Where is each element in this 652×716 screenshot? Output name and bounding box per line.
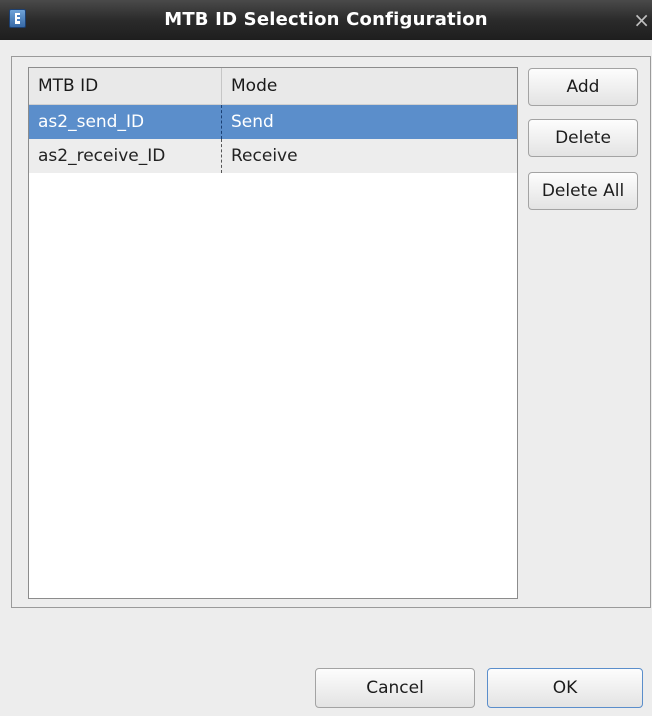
window-title: MTB ID Selection Configuration	[164, 9, 488, 30]
cell-mode: Receive	[221, 139, 517, 173]
cell-mode: Send	[221, 105, 517, 139]
delete-button[interactable]: Delete	[528, 119, 638, 157]
table-header: MTB ID Mode	[29, 68, 517, 105]
cell-mtb-id: as2_send_ID	[38, 112, 145, 132]
table-row[interactable]: as2_receive_ID Receive	[29, 139, 517, 173]
column-header-mtb-id[interactable]: MTB ID	[29, 68, 221, 104]
ok-button[interactable]: OK	[487, 668, 643, 708]
title-bar[interactable]: MTB ID Selection Configuration ×	[0, 0, 652, 40]
cancel-button[interactable]: Cancel	[315, 668, 475, 708]
add-button[interactable]: Add	[528, 68, 638, 106]
mtb-id-table[interactable]: MTB ID Mode as2_send_ID Send as2_receive…	[28, 67, 518, 599]
delete-all-button[interactable]: Delete All	[528, 172, 638, 210]
column-header-mode[interactable]: Mode	[221, 68, 517, 104]
cell-mtb-id: as2_receive_ID	[38, 146, 166, 166]
table-row[interactable]: as2_send_ID Send	[29, 105, 517, 139]
close-icon[interactable]: ×	[633, 9, 650, 31]
